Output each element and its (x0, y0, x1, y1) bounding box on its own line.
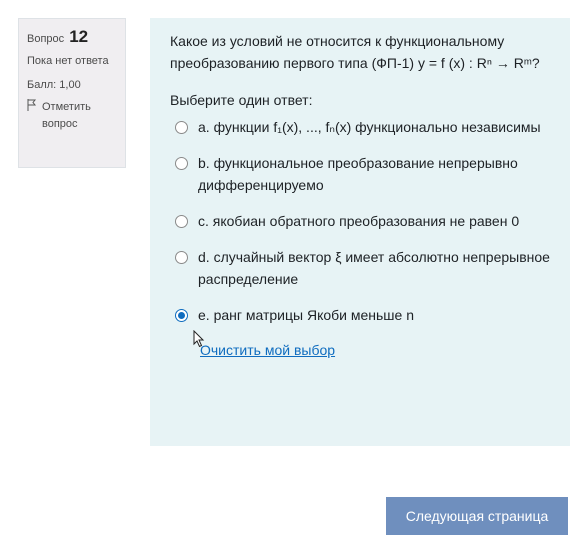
question-state: Пока нет ответа (27, 55, 109, 67)
question-number: Вопрос 12 (27, 27, 117, 47)
question-grade: Балл: 1,00 (27, 79, 81, 91)
radio-c[interactable] (175, 215, 188, 228)
answer-prompt: Выберите один ответ: (170, 92, 313, 108)
answer-option-b[interactable]: b. функциональное преобразование непреры… (170, 152, 550, 196)
question-content: Какое из условий не относится к функцион… (150, 18, 570, 446)
clear-choice-link[interactable]: Очистить мой выбор (200, 342, 335, 358)
flag-icon (27, 99, 39, 133)
flag-label: Отметить вопрос (42, 101, 91, 130)
radio-a[interactable] (175, 121, 188, 134)
answer-label-b: b. функциональное преобразование непреры… (198, 155, 518, 193)
answer-label-e: e. ранг матрицы Якоби меньше n (198, 307, 414, 323)
radio-d[interactable] (175, 251, 188, 264)
answer-option-e[interactable]: e. ранг матрицы Якоби меньше n (170, 304, 550, 326)
next-page-button[interactable]: Следующая страница (386, 497, 568, 535)
question-number-value: 12 (69, 27, 89, 46)
question-info-panel: Вопрос 12 Пока нет ответа Балл: 1,00 Отм… (18, 18, 126, 168)
question-label: Вопрос (27, 33, 65, 45)
flag-question-link[interactable]: Отметить вопрос (27, 99, 117, 133)
mouse-cursor-icon (193, 330, 205, 348)
radio-e[interactable] (175, 309, 188, 322)
answer-option-a[interactable]: a. функции f₁(x), ..., fₙ(x) функциональ… (170, 116, 550, 138)
answer-option-d[interactable]: d. случайный вектор ξ имеет абсолютно не… (170, 246, 550, 290)
question-text: Какое из условий не относится к функцион… (170, 33, 540, 71)
answer-label-d: d. случайный вектор ξ имеет абсолютно не… (198, 249, 550, 287)
answer-label-a: a. функции f₁(x), ..., fₙ(x) функциональ… (198, 119, 541, 135)
radio-b[interactable] (175, 157, 188, 170)
answer-option-c[interactable]: c. якобиан обратного преобразования не р… (170, 210, 550, 232)
answer-label-c: c. якобиан обратного преобразования не р… (198, 213, 520, 229)
